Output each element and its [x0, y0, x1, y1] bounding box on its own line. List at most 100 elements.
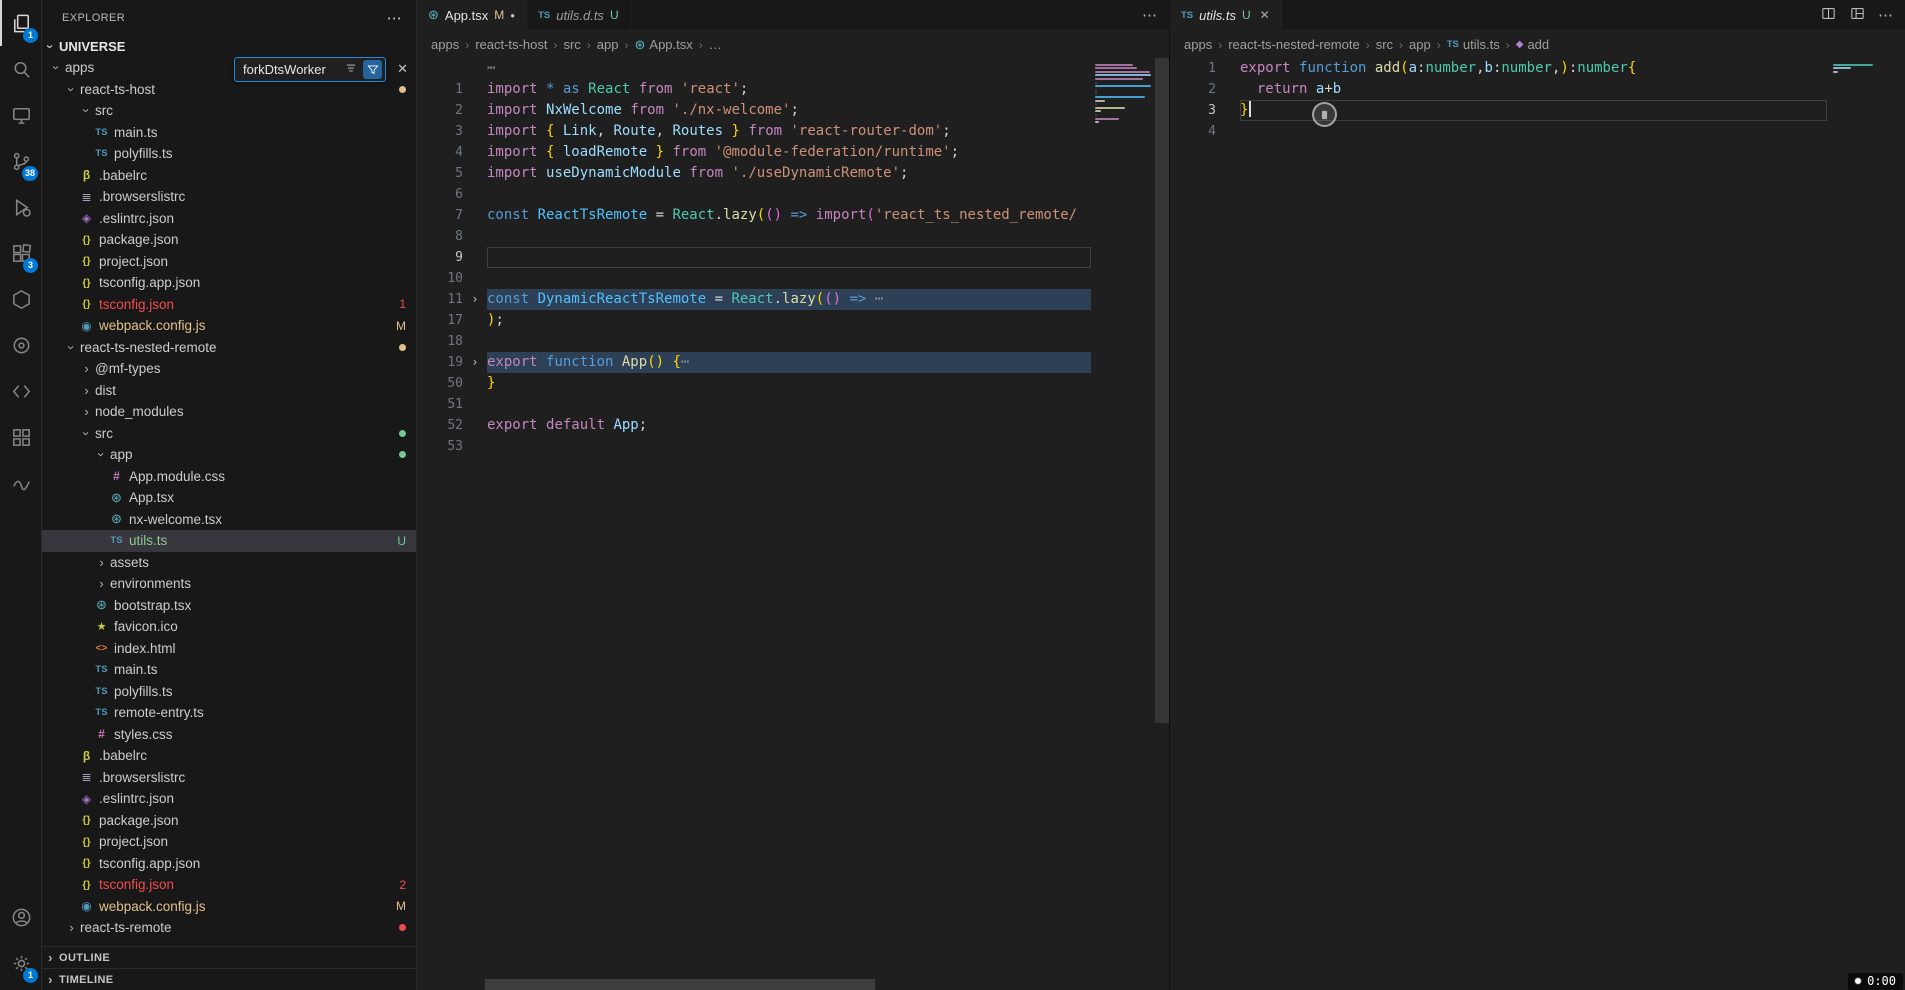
- breadcrumb-[interactable]: …: [709, 37, 722, 52]
- breadcrumb-src[interactable]: src: [563, 37, 580, 52]
- breadcrumb-separator-icon: ›: [1366, 38, 1370, 52]
- breadcrumb-utils.ts[interactable]: TSutils.ts: [1447, 37, 1500, 52]
- tree-item-tsconfig.app.json[interactable]: {}tsconfig.app.json: [42, 272, 416, 294]
- code-editor[interactable]: ⋯1import * as React from 'react';2import…: [417, 58, 1169, 990]
- ts-file-icon: TS: [93, 127, 110, 138]
- vertical-scrollbar[interactable]: [1155, 58, 1169, 723]
- breadcrumb-apps[interactable]: apps: [1184, 37, 1212, 52]
- extension-grid-icon[interactable]: [0, 414, 41, 460]
- tree-item-remote-entry.ts[interactable]: TSremote-entry.ts: [42, 702, 416, 724]
- breadcrumb-src[interactable]: src: [1376, 37, 1393, 52]
- tree-item-main.ts[interactable]: TSmain.ts: [42, 659, 416, 681]
- explorer-icon[interactable]: 1: [0, 0, 41, 46]
- more-actions-icon[interactable]: ⋯: [1142, 6, 1157, 24]
- tree-item-polyfills.ts[interactable]: TSpolyfills.ts: [42, 681, 416, 703]
- more-actions-icon[interactable]: ⋯: [1878, 6, 1893, 24]
- minimap[interactable]: [1095, 62, 1153, 125]
- breadcrumb-react-ts-host[interactable]: react-ts-host: [475, 37, 547, 52]
- filter-toggle-button[interactable]: [363, 60, 382, 79]
- line-number: 17: [417, 310, 463, 331]
- tree-item-dist[interactable]: ›dist: [42, 380, 416, 402]
- extension-hexagon-icon[interactable]: [0, 276, 41, 322]
- code-line: 6: [417, 184, 1091, 205]
- tree-filter-widget[interactable]: forkDtsWorker: [234, 57, 386, 82]
- tree-item-.eslintrc.json[interactable]: ◈.eslintrc.json: [42, 208, 416, 230]
- run-and-debug-icon[interactable]: [0, 184, 41, 230]
- fold-gutter: [463, 58, 487, 79]
- sidebar-more-actions-icon[interactable]: ⋯: [387, 9, 402, 27]
- tree-item-src[interactable]: ›src: [42, 423, 416, 445]
- tree-item-utils.ts[interactable]: TSutils.tsU: [42, 530, 416, 552]
- code-text: [487, 436, 1091, 457]
- breadcrumb-app[interactable]: app: [1409, 37, 1431, 52]
- line-number: 50: [417, 373, 463, 394]
- section-outline[interactable]: ›OUTLINE: [42, 946, 416, 968]
- tree-item-App.tsx[interactable]: ⊛App.tsx: [42, 487, 416, 509]
- section-timeline[interactable]: ›TIMELINE: [42, 968, 416, 990]
- breadcrumb-react-ts-nested-remote[interactable]: react-ts-nested-remote: [1228, 37, 1360, 52]
- tree-item-@mf-types[interactable]: ›@mf-types: [42, 358, 416, 380]
- tree-item-tsconfig.app.json[interactable]: {}tsconfig.app.json: [42, 853, 416, 875]
- extensions-icon[interactable]: 3: [0, 230, 41, 276]
- filter-close-icon[interactable]: ✕: [397, 61, 408, 77]
- close-icon[interactable]: ✕: [1260, 8, 1270, 22]
- horizontal-scrollbar[interactable]: [485, 979, 875, 990]
- fold-chevron-icon[interactable]: ›: [463, 352, 487, 373]
- filter-lines-icon[interactable]: [344, 61, 358, 78]
- search-icon[interactable]: [0, 46, 41, 92]
- tree-item-App.module.css[interactable]: #App.module.css: [42, 466, 416, 488]
- minimap[interactable]: [1833, 62, 1891, 74]
- extension-code-icon[interactable]: [0, 368, 41, 414]
- tree-item-react-ts-remote[interactable]: ›react-ts-remote: [42, 917, 416, 939]
- tab-utils.ts[interactable]: TSutils.tsU✕: [1170, 0, 1282, 30]
- tab-utils.d.ts[interactable]: TSutils.d.tsU: [527, 0, 631, 30]
- tree-item-nx-welcome.tsx[interactable]: ⊛nx-welcome.tsx: [42, 509, 416, 531]
- tree-item-src[interactable]: ›src: [42, 100, 416, 122]
- filter-input[interactable]: forkDtsWorker: [243, 62, 339, 77]
- tree-item-project.json[interactable]: {}project.json: [42, 251, 416, 273]
- breadcrumb-app[interactable]: app: [597, 37, 619, 52]
- tree-item-.babelrc[interactable]: β.babelrc: [42, 165, 416, 187]
- split-editor-icon[interactable]: [1820, 5, 1837, 25]
- extension-scribble-icon[interactable]: [0, 460, 41, 506]
- settings-icon[interactable]: 1: [0, 940, 41, 986]
- tree-item-.browserslistrc[interactable]: ≣.browserslistrc: [42, 186, 416, 208]
- tree-item-app[interactable]: ›app: [42, 444, 416, 466]
- tree-item-bootstrap.tsx[interactable]: ⊛bootstrap.tsx: [42, 595, 416, 617]
- fold-chevron-icon[interactable]: ›: [463, 289, 487, 310]
- tree-item-tsconfig.json[interactable]: {}tsconfig.json2: [42, 874, 416, 896]
- workspace-root-row[interactable]: › UNIVERSE: [42, 35, 416, 57]
- tree-item-project.json[interactable]: {}project.json: [42, 831, 416, 853]
- tree-item-styles.css[interactable]: #styles.css: [42, 724, 416, 746]
- tree-item-webpack.config.js[interactable]: ◉webpack.config.jsM: [42, 896, 416, 918]
- tree-item-favicon.ico[interactable]: ★favicon.ico: [42, 616, 416, 638]
- source-control-icon[interactable]: 38: [0, 138, 41, 184]
- breadcrumb-apps[interactable]: apps: [431, 37, 459, 52]
- tree-item-.eslintrc.json[interactable]: ◈.eslintrc.json: [42, 788, 416, 810]
- tree-item-index.html[interactable]: <>index.html: [42, 638, 416, 660]
- tree-item-package.json[interactable]: {}package.json: [42, 810, 416, 832]
- tree-item-.browserslistrc[interactable]: ≣.browserslistrc: [42, 767, 416, 789]
- breadcrumb-add[interactable]: ◆add: [1516, 37, 1549, 52]
- tree-item-.babelrc[interactable]: β.babelrc: [42, 745, 416, 767]
- tree-item-tsconfig.json[interactable]: {}tsconfig.json1: [42, 294, 416, 316]
- tree-item-polyfills.ts[interactable]: TSpolyfills.ts: [42, 143, 416, 165]
- extension-circle-icon[interactable]: [0, 322, 41, 368]
- tab-label: App.tsx: [445, 8, 488, 23]
- tree-item-nodemodules[interactable]: ›node_modules: [42, 401, 416, 423]
- tree-item-assets[interactable]: ›assets: [42, 552, 416, 574]
- breadcrumb-App.tsx[interactable]: ⊛App.tsx: [635, 37, 693, 53]
- customize-layout-icon[interactable]: [1849, 5, 1866, 25]
- tree-item-webpack.config.js[interactable]: ◉webpack.config.jsM: [42, 315, 416, 337]
- tree-item-package.json[interactable]: {}package.json: [42, 229, 416, 251]
- code-editor[interactable]: 1export function add(a:number,b:number,)…: [1170, 58, 1905, 990]
- tree-item-label: .eslintrc.json: [99, 211, 174, 226]
- tree-item-main.ts[interactable]: TSmain.ts: [42, 122, 416, 144]
- tab-App.tsx[interactable]: ⊛App.tsxM●: [417, 0, 527, 30]
- dirty-dot-icon[interactable]: ●: [510, 11, 515, 20]
- remote-explorer-icon[interactable]: [0, 92, 41, 138]
- tree-item-label: apps: [65, 60, 94, 75]
- accounts-icon[interactable]: [0, 894, 41, 940]
- tree-item-environments[interactable]: ›environments: [42, 573, 416, 595]
- tree-item-react-ts-nested-remote[interactable]: ›react-ts-nested-remote: [42, 337, 416, 359]
